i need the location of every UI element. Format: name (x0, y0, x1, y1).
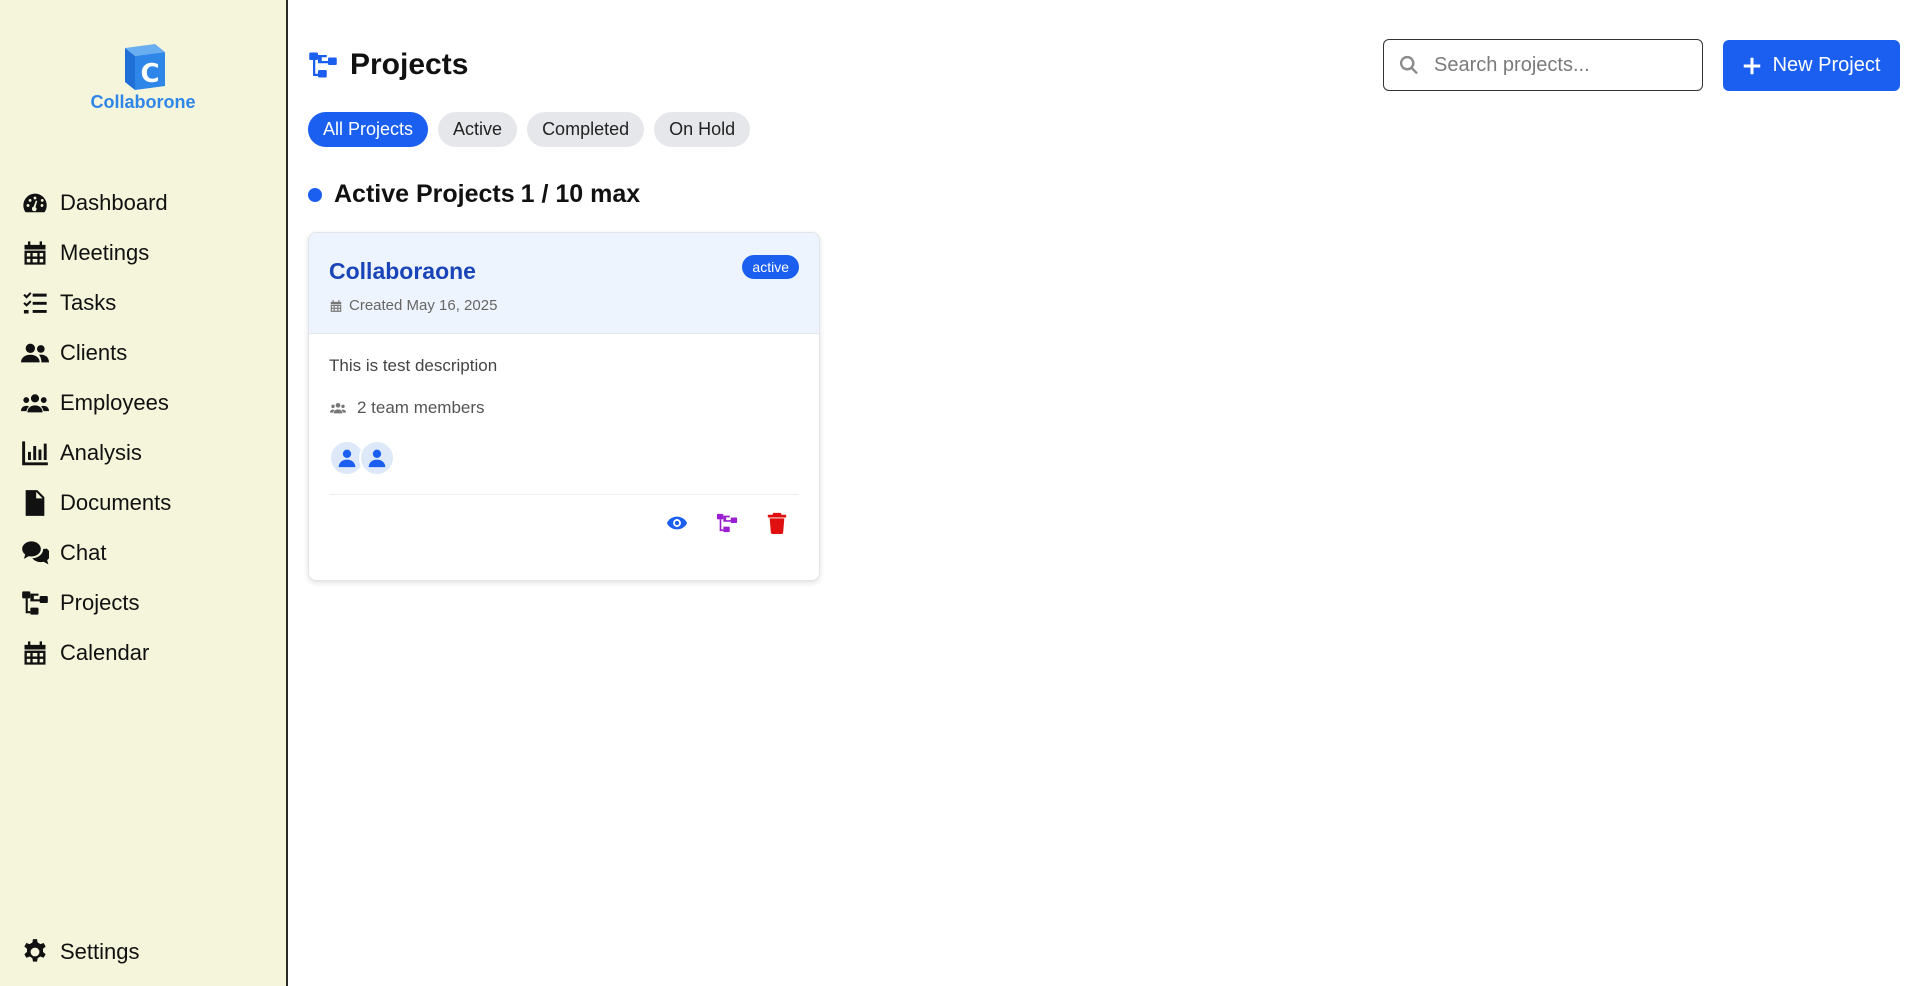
sidebar-item-meetings[interactable]: Meetings (20, 228, 171, 278)
sidebar-item-analysis[interactable]: Analysis (20, 428, 171, 478)
project-title[interactable]: Collaboraone (329, 258, 799, 285)
active-projects-heading: Active Projects 1 / 10 max (308, 180, 640, 209)
chart-icon (20, 438, 50, 468)
project-description: This is test description (329, 356, 498, 375)
sidebar-item-calendar[interactable]: Calendar (20, 628, 171, 678)
sidebar-item-label: Dashboard (60, 190, 168, 215)
team-members-text: 2 team members (357, 398, 485, 417)
member-avatars (329, 440, 799, 476)
created-date-text: Created May 16, 2025 (349, 297, 498, 314)
filter-all-projects[interactable]: All Projects (308, 112, 429, 147)
project-structure-button[interactable] (715, 511, 739, 535)
gear-icon (20, 937, 50, 967)
cube-logo-icon: C (125, 44, 165, 90)
section-label: Active Projects (334, 180, 515, 208)
view-project-button[interactable] (665, 511, 689, 535)
sidebar-item-label: Chat (60, 540, 107, 565)
team-members: 2 team members (329, 398, 799, 418)
section-title: Active Projects 1 / 10 max (334, 180, 640, 209)
sidebar-item-tasks[interactable]: Tasks (20, 278, 171, 328)
chat-icon (20, 538, 50, 568)
card-header: Collaboraone Created May 16, 2025 active (309, 233, 819, 334)
tasks-icon (20, 288, 50, 318)
sidebar-item-projects[interactable]: Projects (20, 578, 171, 628)
sidebar-item-dashboard[interactable]: Dashboard (20, 178, 171, 228)
users-icon (330, 403, 346, 414)
sidebar-nav: Dashboard Meetings Tasks Clients Employe… (20, 178, 171, 678)
new-project-button[interactable]: New Project (1723, 40, 1900, 91)
sidebar-item-settings[interactable]: Settings (20, 927, 140, 977)
filter-completed[interactable]: Completed (527, 112, 645, 147)
document-icon (20, 488, 50, 518)
sidebar-item-label: Analysis (60, 440, 142, 465)
group-icon (20, 388, 50, 418)
sitemap-icon (309, 52, 337, 78)
card-body: This is test description 2 team members (309, 334, 819, 535)
new-project-label: New Project (1772, 54, 1881, 76)
search-icon (1399, 55, 1418, 75)
trash-icon (767, 512, 787, 534)
sidebar-item-label: Calendar (60, 640, 150, 665)
user-icon (368, 449, 386, 468)
page-header: Projects (308, 48, 468, 82)
sidebar-item-label: Tasks (60, 290, 117, 315)
calendar-icon (20, 238, 50, 268)
logo-letter: C (140, 59, 159, 89)
card-actions (329, 495, 799, 535)
plus-icon (1743, 57, 1760, 74)
sidebar: C Collaborone Dashboard Meetings Tasks C… (0, 0, 288, 986)
created-date: Created May 16, 2025 (329, 297, 799, 314)
search-input[interactable] (1434, 53, 1684, 77)
sidebar-item-clients[interactable]: Clients (20, 328, 171, 378)
sidebar-item-label: Settings (60, 939, 140, 964)
brand-logo[interactable]: C Collaborone (0, 40, 286, 113)
sidebar-footer: Settings (20, 927, 140, 977)
eye-icon (666, 516, 688, 530)
filter-on-hold[interactable]: On Hold (654, 112, 751, 147)
sidebar-item-label: Meetings (60, 240, 150, 265)
gauge-icon (20, 188, 50, 218)
sidebar-item-label: Projects (60, 590, 140, 615)
brand-name: Collaborone (90, 92, 196, 112)
sidebar-item-employees[interactable]: Employees (20, 378, 171, 428)
calendar-icon (20, 638, 50, 668)
sidebar-item-label: Clients (60, 340, 128, 365)
users-icon (20, 338, 50, 368)
sitemap-icon (716, 513, 738, 533)
avatar[interactable] (359, 440, 395, 476)
sidebar-item-label: Employees (60, 390, 169, 415)
search-box[interactable] (1383, 39, 1703, 91)
sitemap-icon (20, 588, 50, 618)
sidebar-item-documents[interactable]: Documents (20, 478, 171, 528)
project-count: 1 / 10 max (520, 180, 641, 208)
calendar-icon (330, 299, 342, 312)
sidebar-item-chat[interactable]: Chat (20, 528, 171, 578)
filter-tabs: All Projects Active Completed On Hold (308, 112, 751, 147)
filter-active[interactable]: Active (438, 112, 518, 147)
status-dot (308, 187, 322, 202)
project-card[interactable]: Collaboraone Created May 16, 2025 active… (308, 232, 820, 581)
status-badge: active (742, 255, 799, 279)
user-icon (338, 449, 356, 468)
page-title: Projects (350, 48, 469, 81)
delete-project-button[interactable] (765, 511, 789, 535)
sidebar-item-label: Documents (60, 490, 172, 515)
